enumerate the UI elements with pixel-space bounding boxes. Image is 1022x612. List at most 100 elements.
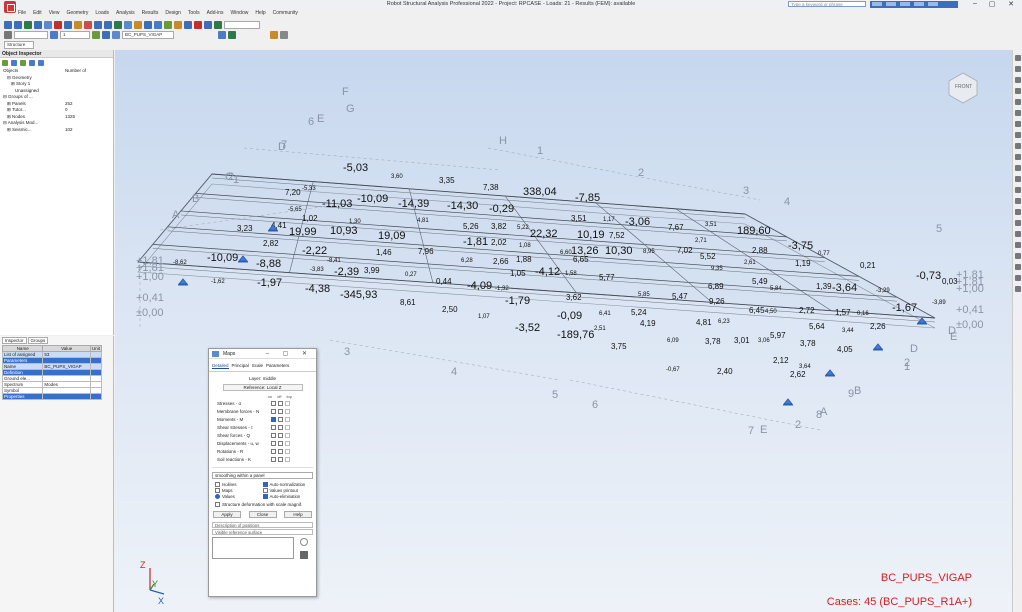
result-value[interactable]: 7,52 [609,231,625,240]
option-values[interactable]: Values [215,494,263,499]
structure-type-select[interactable] [224,21,260,29]
side-tool-icon[interactable] [1015,110,1021,116]
result-value[interactable]: 7,38 [483,183,499,192]
result-value[interactable]: 5,22 [517,225,529,231]
structure-select[interactable]: Structure [4,41,34,49]
side-tool-icon[interactable] [1015,154,1021,160]
zoom-icon[interactable] [114,21,122,29]
result-value[interactable]: 9,26 [709,297,725,306]
result-value[interactable]: 3,01 [734,336,750,345]
result-value[interactable]: 2,82 [263,239,279,248]
result-value[interactable]: 1,19 [795,259,811,268]
settings-icon[interactable] [38,60,44,66]
layout-icon[interactable] [218,31,226,39]
option-auto-elimination[interactable]: Auto-elimination [262,494,311,499]
result-value[interactable]: 5,97 [770,331,786,340]
side-tool-icon[interactable] [1015,55,1021,61]
result-value[interactable]: 5,85 [638,292,650,298]
result-value[interactable]: 19,09 [378,230,406,242]
result-value[interactable]: -4,12 [535,266,560,278]
option-checkbox[interactable] [262,482,268,487]
result-value[interactable]: 7,20 [285,188,301,197]
side-tool-icon[interactable] [1015,121,1021,127]
result-type-checkbox[interactable] [271,416,276,422]
result-type-checkbox[interactable] [278,456,283,462]
result-type-checkbox[interactable] [285,424,290,430]
result-value[interactable]: -4,38 [305,283,330,295]
filter-icon[interactable] [2,60,8,66]
copy-icon[interactable] [64,21,72,29]
result-value[interactable]: -5,03 [343,162,368,174]
save-icon[interactable] [300,551,308,559]
result-value[interactable]: 2,62 [790,370,806,379]
side-tool-icon[interactable] [1015,176,1021,182]
side-tool-icon[interactable] [1015,143,1021,149]
result-type-checkbox[interactable] [285,448,290,454]
result-type-row[interactable]: Soil reactions - K [209,455,316,463]
result-value[interactable]: 2,72 [799,306,815,315]
result-value[interactable]: 6,89 [708,282,724,291]
option-checkbox[interactable] [262,488,268,493]
description-field[interactable]: Description of positions [212,522,313,528]
close-button[interactable]: ✕ [1004,0,1018,8]
result-value[interactable]: 4,50 [765,309,777,315]
result-value[interactable]: 2,50 [442,305,458,314]
menu-item-window[interactable]: Window [231,10,249,18]
maximize-button[interactable]: ▢ [985,0,999,8]
panel-icon[interactable] [102,31,110,39]
result-value[interactable]: 1,46 [376,248,392,257]
option-checkbox[interactable] [262,494,268,499]
results-icon[interactable] [204,21,212,29]
side-tool-icon[interactable] [1015,275,1021,281]
result-value[interactable]: 5,24 [631,308,647,317]
display-icon[interactable] [174,21,182,29]
result-value[interactable]: -1,67 [892,302,917,314]
result-value[interactable]: 5,84 [770,286,782,292]
view-3d-icon[interactable] [154,21,162,29]
app-logo-icon[interactable] [4,1,16,13]
tab-groups[interactable]: Groups [27,337,49,344]
result-value[interactable]: 2,40 [717,367,733,376]
preview-icon[interactable] [44,21,52,29]
result-value[interactable]: -3,06 [625,216,650,228]
result-type-checkbox[interactable] [285,408,290,414]
group-icon[interactable] [92,31,100,39]
result-value[interactable]: 3,60 [391,174,403,180]
menu-item-community[interactable]: Community [273,10,298,18]
structure-icon[interactable] [50,31,58,39]
result-value[interactable]: -3,83 [310,267,324,273]
result-value[interactable]: 1,17 [603,217,615,223]
result-value[interactable]: 3,82 [491,222,507,231]
menu-item-addins[interactable]: Add-ins [207,10,224,18]
menu-item-edit[interactable]: Edit [33,10,42,18]
open-icon[interactable] [14,21,22,29]
result-value[interactable]: -1,81 [463,236,488,248]
result-value[interactable]: -0,29 [489,203,514,215]
result-value[interactable]: -1,32 [495,286,509,292]
result-type-row[interactable]: Membrane forces - N [209,407,316,415]
result-value[interactable]: 1,88 [516,255,532,264]
tab-detailed[interactable]: Detailed [212,363,229,369]
result-value[interactable]: 2,26 [870,322,886,331]
tab-parameters[interactable]: Parameters [266,363,289,369]
undo-icon[interactable] [84,21,92,29]
result-type-checkbox[interactable] [271,424,276,430]
result-value[interactable]: -10,09 [357,193,388,205]
result-value[interactable]: 1,57 [835,308,851,317]
result-type-checkbox[interactable] [285,432,290,438]
reference-button[interactable]: Reference: Local Z [222,384,303,391]
result-value[interactable]: 3,35 [439,176,455,185]
result-value[interactable]: 5,49 [752,277,768,286]
menu-item-loads[interactable]: Loads [95,10,109,18]
result-type-checkbox[interactable] [278,448,283,454]
result-value[interactable]: 6,65 [573,255,589,264]
result-value[interactable]: -14,30 [447,200,478,212]
result-type-checkbox[interactable] [285,416,290,422]
reference-surface-field[interactable]: Visible reference surface [212,529,313,535]
result-type-checkbox[interactable] [278,440,283,446]
result-value[interactable]: 3,06 [758,338,770,344]
result-value[interactable]: -8,62 [173,260,187,266]
menu-item-tools[interactable]: Tools [188,10,200,18]
result-value[interactable]: -3,52 [515,322,540,334]
result-value[interactable]: 5,64 [809,322,825,331]
